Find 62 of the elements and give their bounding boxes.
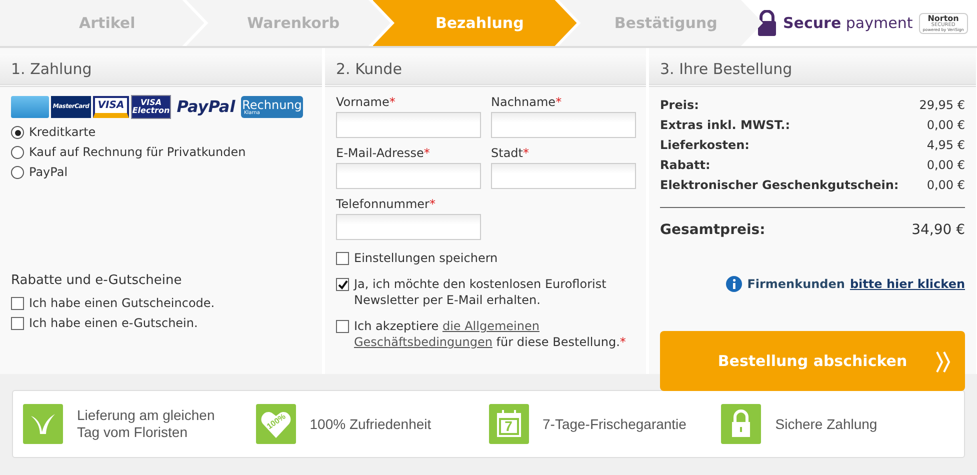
checkbox[interactable] <box>11 317 24 330</box>
price-value: 29,95 € <box>919 97 965 114</box>
checkbox-label: Ich akzeptiere die Allgemeinen Geschäftsbedingungen für diese Bestellung.* <box>354 318 627 350</box>
input-field[interactable] <box>336 112 481 138</box>
feature-text: 100% Zufriedenheit <box>310 416 432 432</box>
checkbox-label: Ja, ich möchte den kostenlosen Euroflorist Newsletter per E-Mail erhalten. <box>354 276 608 308</box>
amex-logo <box>11 96 49 118</box>
price-label: Elektronischer Geschenkgutschein: <box>660 177 899 194</box>
radio-label: Kreditkarte <box>29 125 96 139</box>
feature-text: Lieferung am gleichen Tag vom Floristen <box>77 407 216 441</box>
radio-button[interactable] <box>11 146 24 159</box>
visa-electron-logo: VISA Electron <box>131 95 171 119</box>
terms-link[interactable]: Geschäftsbedingungen <box>354 335 492 349</box>
radio-label: Kauf auf Rechnung für Privatkunden <box>29 145 246 159</box>
price-value: 4,95 € <box>926 137 965 154</box>
price-value: 0,00 € <box>926 117 965 134</box>
step-tab[interactable]: Bezahlung <box>372 0 577 46</box>
checkbox-label: Ich habe einen e-Gutschein. <box>29 316 198 330</box>
section-subtitle: Rabatte und e-Gutscheine <box>11 273 183 288</box>
visa-logo: VISA <box>93 96 129 118</box>
price-value: 0,00 € <box>926 157 965 174</box>
input-field[interactable] <box>336 214 481 240</box>
field-label: Telefonnummer* <box>336 197 436 211</box>
checkbox-label: Ich habe einen Gutscheincode. <box>29 296 215 310</box>
padlock-icon <box>757 10 777 36</box>
step-tab[interactable]: Bestätigung <box>558 0 763 46</box>
input-field[interactable] <box>491 163 636 189</box>
icon-text: 7 <box>504 418 512 434</box>
secure-payment-label: Secure payment <box>783 14 913 32</box>
price-label: Preis: <box>660 97 699 114</box>
checkbox-label: Einstellungen speichern <box>354 250 498 266</box>
info-icon <box>726 276 742 292</box>
radio-button[interactable] <box>11 126 24 139</box>
price-value: 0,00 € <box>926 177 965 194</box>
price-label: Extras inkl. MWST.: <box>660 117 790 134</box>
checkbox[interactable] <box>11 297 24 310</box>
checkbox[interactable] <box>336 278 349 291</box>
business-link[interactable]: bitte hier klicken <box>850 277 965 291</box>
checkbox[interactable] <box>336 320 349 333</box>
paypal-logo: PayPal <box>176 96 236 118</box>
total-value: 34,90 € <box>912 221 965 240</box>
price-label: Rabatt: <box>660 157 710 174</box>
submit-order-button[interactable]: Bestellung abschicken <box>660 331 965 391</box>
total-label: Gesamtpreis: <box>660 221 766 240</box>
field-label: Vorname* <box>336 95 396 109</box>
radio-label: PayPal <box>29 165 68 179</box>
feature-text: 7-Tage-Frischegarantie <box>542 416 686 432</box>
terms-link[interactable]: die Allgemeinen <box>442 319 540 333</box>
feature-text: Sichere Zahlung <box>775 416 878 432</box>
business-text: Firmenkunden <box>747 277 845 291</box>
checkbox[interactable] <box>336 252 349 265</box>
step-tab[interactable]: Warenkorb <box>186 0 390 46</box>
input-field[interactable] <box>491 112 636 138</box>
price-label: Lieferkosten: <box>660 137 750 154</box>
field-label: E-Mail-Adresse* <box>336 146 431 160</box>
field-label: Nachname* <box>491 95 563 109</box>
lock-icon <box>721 404 762 444</box>
step-tab[interactable]: Artikel <box>0 0 204 46</box>
input-field[interactable] <box>336 163 481 189</box>
field-label: Stadt* <box>491 146 530 160</box>
double-chevron-icon <box>935 350 951 374</box>
radio-button[interactable] <box>11 166 24 179</box>
